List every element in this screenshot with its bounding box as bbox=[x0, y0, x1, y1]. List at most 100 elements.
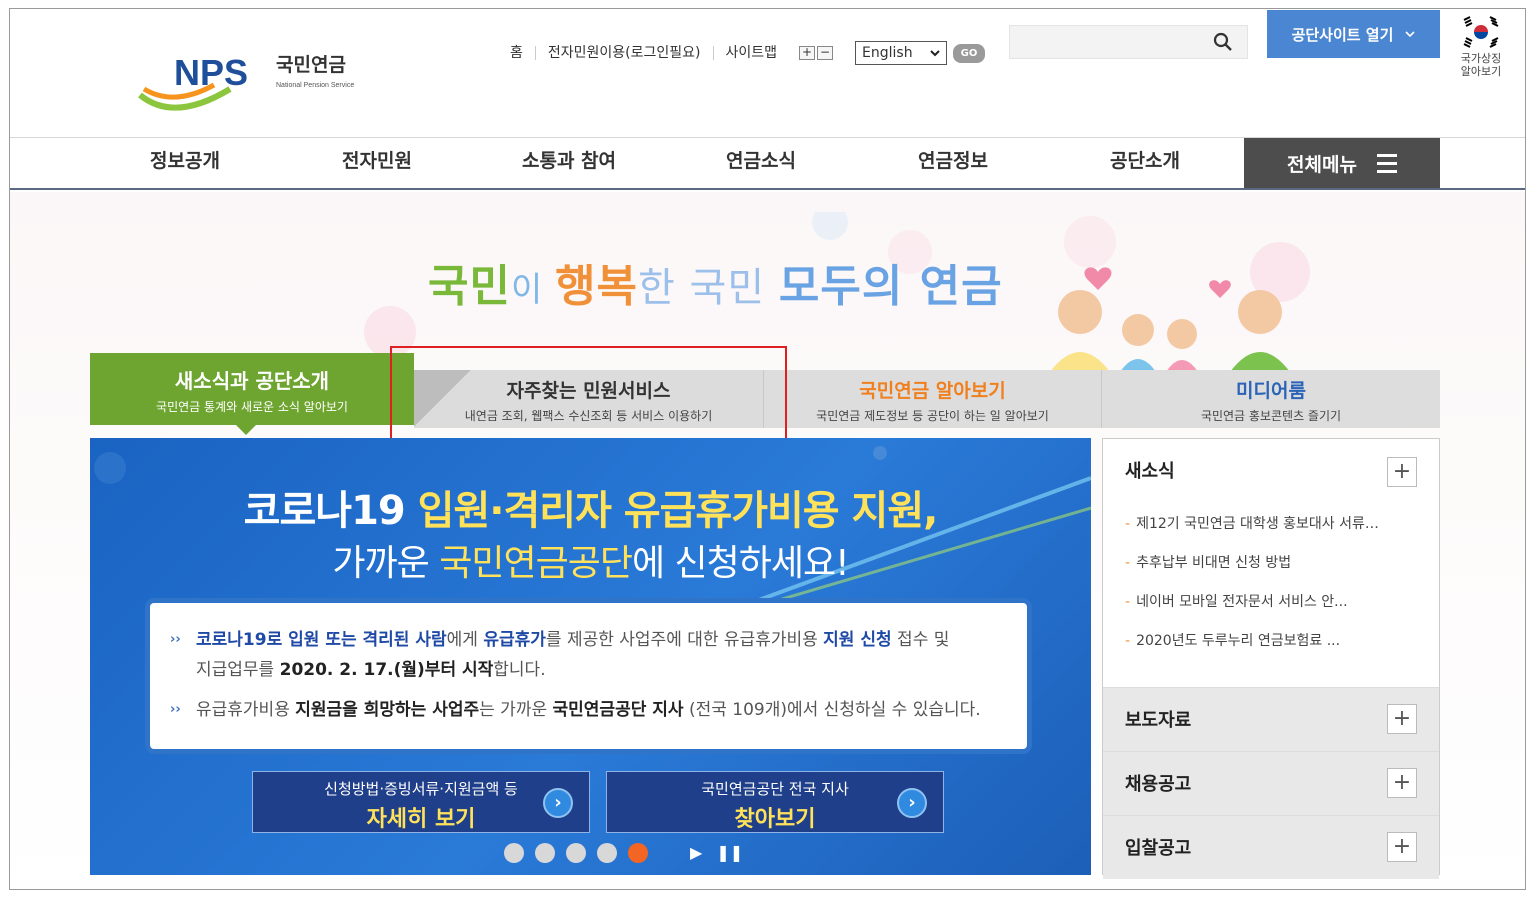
tab-title: 새소식과 공단소개 bbox=[174, 369, 330, 393]
chevron-right-icon: › bbox=[543, 788, 573, 818]
banner-info-item-1: ›› 코로나19로 입원 또는 격리된 사람에게 유급휴가를 제공한 사업주에 … bbox=[170, 625, 1007, 685]
banner-headline-1: 코로나19 입원·격리자 유급휴가비용 지원, bbox=[90, 478, 1091, 536]
tab-desc: 국민연금 제도정보 등 공단이 하는 일 알아보기 bbox=[816, 409, 1049, 423]
zoom-in-button[interactable]: + bbox=[799, 46, 816, 60]
slide-dot-5[interactable] bbox=[628, 843, 648, 863]
recruit-title: 채용공고 bbox=[1125, 774, 1192, 795]
zoom-controls: + − bbox=[799, 46, 834, 60]
banner-info-item-2: ›› 유급휴가비용 지원금을 희망하는 사업주는 가까운 국민연금공단 지사 (… bbox=[170, 695, 1007, 725]
search-input[interactable] bbox=[1009, 25, 1248, 59]
slide-controls: ▶ ❚❚ bbox=[690, 843, 743, 862]
news-more-button[interactable]: + bbox=[1387, 457, 1417, 487]
nav-item-about[interactable]: 공단소개 bbox=[1050, 138, 1240, 188]
bid-title: 입찰공고 bbox=[1125, 838, 1192, 859]
hero-slogan: 국민이 행복한 국민 모두의 연금 bbox=[428, 250, 1003, 314]
national-symbol-line1: 국가상징 bbox=[1460, 52, 1502, 65]
util-eservice-link[interactable]: 전자민원이용(로그인필요) bbox=[536, 46, 714, 60]
slide-dot-3[interactable] bbox=[566, 843, 586, 863]
tab-pointer bbox=[236, 425, 256, 435]
news-panel: 새소식 + - 제12기 국민연금 대학생 홍보대사 서류… - 추후납부 비대면 … bbox=[1102, 438, 1440, 879]
browser-frame: NPS 국민연금 National Pension Service 홈 전자민원… bbox=[9, 8, 1526, 890]
play-icon[interactable]: ▶ bbox=[690, 843, 702, 862]
slide-dot-4[interactable] bbox=[597, 843, 617, 863]
tab-pension-learn[interactable]: 국민연금 알아보기 국민연금 제도정보 등 공단이 하는 일 알아보기 bbox=[764, 370, 1102, 428]
slide-indicators bbox=[504, 843, 648, 863]
slide-dot-2[interactable] bbox=[535, 843, 555, 863]
banner-headline-2b: 국민연금공단 bbox=[439, 543, 633, 584]
double-arrow-icon: ›› bbox=[170, 702, 181, 717]
main-banner: 코로나19 입원·격리자 유급휴가비용 지원, 가까운 국민연금공단에 신청하세… bbox=[90, 438, 1091, 875]
bid-more-button[interactable]: + bbox=[1387, 832, 1417, 862]
double-arrow-icon: ›› bbox=[170, 632, 181, 647]
hamburger-icon bbox=[1376, 153, 1397, 173]
nav-item-pension-info[interactable]: 연금정보 bbox=[858, 138, 1048, 188]
language-select[interactable]: English bbox=[855, 41, 948, 65]
press-more-button[interactable]: + bbox=[1387, 704, 1417, 734]
banner-info-box: ›› 코로나19로 입원 또는 격리된 사람에게 유급휴가를 제공한 사업주에 … bbox=[150, 603, 1027, 749]
banner-headline-2c: 에 신청하세요! bbox=[631, 543, 850, 584]
news-section: 새소식 + - 제12기 국민연금 대학생 홍보대사 서류… - 추후납부 비대면 … bbox=[1103, 439, 1439, 687]
all-menu-label: 전체메뉴 bbox=[1287, 153, 1357, 176]
press-title: 보도자료 bbox=[1125, 710, 1192, 731]
slogan-part-3: 행복 bbox=[555, 261, 639, 312]
chevron-down-icon bbox=[1405, 31, 1415, 38]
logo-mark: NPS bbox=[174, 52, 248, 93]
tab-desc: 국민연금 홍보콘텐츠 즐기기 bbox=[1200, 409, 1342, 423]
hero-area: 국민이 행복한 국민 모두의 연금 새소식과 공단소개 국민연금 통계와 새로운… bbox=[10, 192, 1525, 889]
banner-headline-1a: 코로나19 bbox=[243, 488, 418, 534]
main-nav: 정보공개 전자민원 소통과 참여 연금소식 연금정보 공단소개 전체메뉴 bbox=[10, 137, 1525, 190]
slogan-part-5: 모두의 연금 bbox=[778, 261, 1003, 312]
slide-dot-1[interactable] bbox=[504, 843, 524, 863]
all-menu-button[interactable]: 전체메뉴 bbox=[1244, 138, 1440, 188]
chevron-down-icon bbox=[930, 50, 940, 57]
news-title: 새소식 bbox=[1125, 461, 1175, 482]
taegukgi-icon bbox=[1461, 15, 1501, 49]
nav-item-community[interactable]: 소통과 참여 bbox=[474, 138, 664, 188]
zoom-out-button[interactable]: − bbox=[817, 46, 834, 60]
news-item[interactable]: - 추후납부 비대면 신청 방법 bbox=[1125, 544, 1417, 583]
logo-name-ko: 국민연금 bbox=[276, 54, 346, 76]
tab-desc: 국민연금 통계와 새로운 소식 알아보기 bbox=[156, 400, 348, 414]
util-home-link[interactable]: 홈 bbox=[498, 46, 536, 60]
national-symbol-line2: 알아보기 bbox=[1460, 65, 1502, 78]
press-section: 보도자료 + bbox=[1103, 687, 1439, 751]
nav-item-info[interactable]: 정보공개 bbox=[90, 138, 280, 188]
banner-headline-2a: 가까운 bbox=[332, 543, 440, 584]
banner-headline-2: 가까운 국민연금공단에 신청하세요! bbox=[90, 534, 1091, 586]
news-item[interactable]: - 제12기 국민연금 대학생 홍보대사 서류… bbox=[1125, 505, 1417, 544]
nav-item-news[interactable]: 연금소식 bbox=[666, 138, 856, 188]
tab-news-about[interactable]: 새소식과 공단소개 국민연금 통계와 새로운 소식 알아보기 bbox=[90, 353, 414, 435]
banner-details-button[interactable]: 신청방법·증빙서류·지원금액 등 자세히 보기 › bbox=[252, 771, 590, 833]
nav-item-eservice[interactable]: 전자민원 bbox=[282, 138, 472, 188]
tab-media-room[interactable]: 미디어룸 국민연금 홍보콘텐츠 즐기기 bbox=[1102, 370, 1440, 428]
pause-icon[interactable]: ❚❚ bbox=[716, 843, 743, 862]
logo-name-en: National Pension Service bbox=[276, 82, 354, 89]
news-list: - 제12기 국민연금 대학생 홍보대사 서류… - 추후납부 비대면 신청 방법 … bbox=[1125, 505, 1417, 661]
bid-section: 입찰공고 + bbox=[1103, 815, 1439, 879]
slogan-part-1: 국민 bbox=[428, 261, 511, 312]
tab-title: 국민연금 알아보기 bbox=[859, 380, 1006, 402]
news-item[interactable]: - 네이버 모바일 전자문서 서비스 안... bbox=[1125, 583, 1417, 622]
banner-branch-button[interactable]: 국민연금공단 전국 지사 찾아보기 › bbox=[606, 771, 944, 833]
recruit-more-button[interactable]: + bbox=[1387, 768, 1417, 798]
banner-btn-main: 자세히 보기 bbox=[366, 807, 476, 832]
tab-title: 미디어룸 bbox=[1236, 380, 1306, 402]
national-symbol-link[interactable]: 국가상징 알아보기 bbox=[1456, 15, 1506, 78]
banner-btn-sub: 신청방법·증빙서류·지원금액 등 bbox=[324, 780, 518, 798]
banner-btn-sub: 국민연금공단 전국 지사 bbox=[701, 780, 849, 798]
recruit-section: 채용공고 + bbox=[1103, 751, 1439, 815]
news-item[interactable]: -2020년도 두루누리 연금보험료 ... bbox=[1125, 622, 1417, 661]
slogan-part-2: 이 bbox=[510, 270, 556, 310]
chevron-right-icon: › bbox=[897, 788, 927, 818]
language-go-button[interactable]: GO bbox=[953, 43, 986, 63]
util-sitemap-link[interactable]: 사이트맵 bbox=[714, 46, 790, 60]
search-icon[interactable] bbox=[1213, 32, 1233, 56]
banner-headline-1b: 입원·격리자 유급휴가비용 지원, bbox=[417, 488, 939, 534]
site-open-button[interactable]: 공단사이트 열기 bbox=[1267, 10, 1440, 58]
banner-btn-main: 찾아보기 bbox=[734, 807, 816, 832]
language-value: English bbox=[862, 45, 913, 61]
nps-logo[interactable]: NPS 국민연금 National Pension Service bbox=[134, 45, 374, 115]
site-open-label: 공단사이트 열기 bbox=[1291, 25, 1394, 44]
util-nav: 홈 전자민원이용(로그인필요) 사이트맵 + − English GO bbox=[498, 41, 986, 65]
slogan-part-4: 한 국민 bbox=[638, 265, 779, 311]
